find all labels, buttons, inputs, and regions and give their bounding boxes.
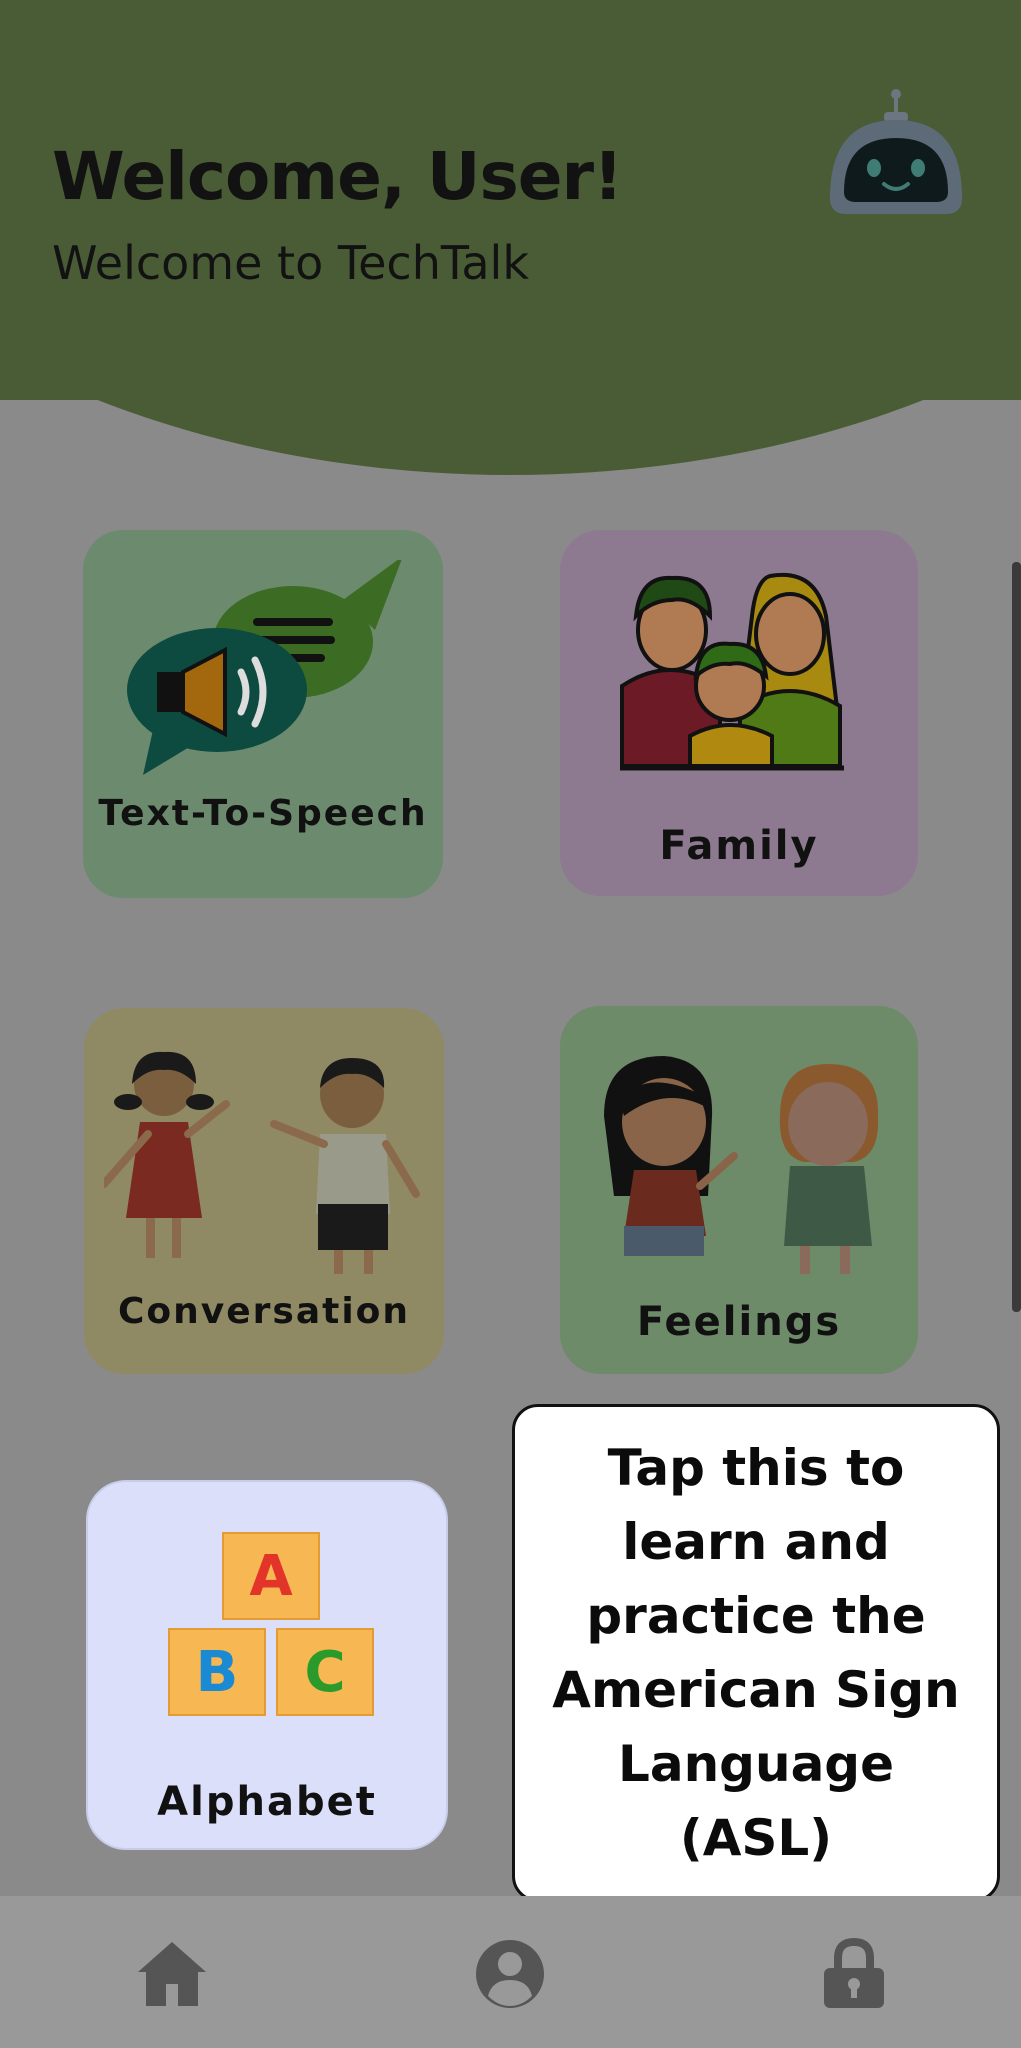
tile-label: Feelings <box>636 1299 842 1345</box>
tile-feelings[interactable]: Feelings <box>560 1006 918 1374</box>
block-c: C <box>276 1628 374 1716</box>
tile-label: Conversation <box>117 1291 411 1332</box>
tooltip-text: Tap this to learn and practice the Ameri… <box>552 1439 960 1867</box>
home-icon[interactable] <box>134 1936 210 2012</box>
tile-label: Alphabet <box>157 1779 377 1825</box>
kids-laughing-icon <box>604 1056 879 1274</box>
tile-label: Text-To-Speech <box>98 793 428 834</box>
lock-icon[interactable] <box>816 1936 892 2012</box>
speech-bubbles-speaker-icon <box>127 560 402 775</box>
tile-alphabet[interactable]: A B C Alphabet <box>86 1480 448 1850</box>
bottom-nav <box>0 1896 1021 2048</box>
abc-blocks-icon: A B C <box>88 1482 446 1742</box>
page-title: Welcome, User! <box>52 138 623 215</box>
tile-label: Family <box>659 823 819 869</box>
profile-icon[interactable] <box>472 1936 548 2012</box>
page-subtitle: Welcome to TechTalk <box>52 236 529 290</box>
block-a: A <box>222 1532 320 1620</box>
tile-text-to-speech[interactable]: Text-To-Speech <box>83 530 443 898</box>
kids-waving-icon <box>104 1051 420 1274</box>
tutorial-tooltip[interactable]: Tap this to learn and practice the Ameri… <box>512 1404 1000 1902</box>
tile-family[interactable]: Family <box>560 530 918 896</box>
family-icon <box>620 572 844 771</box>
block-b: B <box>168 1628 266 1716</box>
scrollbar[interactable] <box>1012 562 1021 1312</box>
tile-conversation[interactable]: Conversation <box>84 1008 444 1374</box>
robot-icon <box>830 89 962 214</box>
